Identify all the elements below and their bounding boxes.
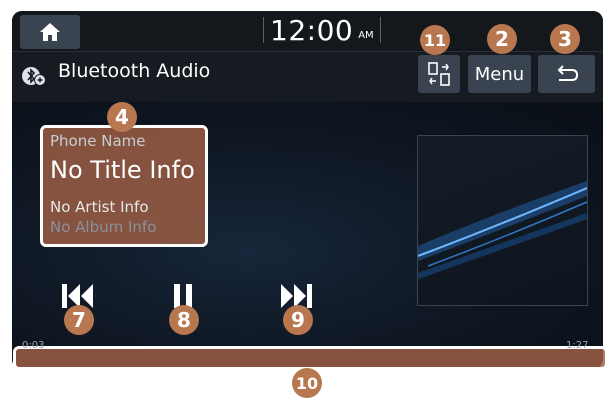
back-button[interactable] [538, 55, 595, 93]
callout-2: 2 [487, 24, 517, 54]
callout-3: 3 [550, 24, 580, 54]
switch-source-button[interactable] [418, 55, 460, 93]
clock: 12:00 AM [257, 11, 387, 49]
track-album: No Album Info [50, 218, 157, 236]
track-artist: No Artist Info [50, 198, 149, 216]
track-title: No Title Info [50, 156, 195, 184]
home-button[interactable] [20, 15, 80, 49]
home-icon [40, 23, 60, 41]
callout-7: 7 [64, 305, 94, 335]
back-icon [557, 65, 578, 81]
callout-9: 9 [283, 305, 313, 335]
callout-4: 4 [107, 102, 137, 132]
bluetooth-icon [22, 67, 46, 86]
album-art [417, 135, 588, 306]
divider [263, 17, 264, 43]
phone-name: Phone Name [50, 132, 146, 150]
divider [379, 17, 381, 43]
elapsed-time: 0:03 [22, 340, 45, 351]
callout-8: 8 [169, 305, 199, 335]
album-art-image [418, 181, 587, 279]
progress-highlight [13, 346, 608, 370]
total-time: 1:27 [566, 340, 589, 351]
clock-ampm: AM [358, 29, 374, 41]
clock-time: 12:00 [270, 13, 354, 47]
switch-source-icon [428, 62, 450, 86]
callout-11: 11 [420, 25, 450, 55]
track-info: Phone Name No Title Info No Artist Info … [50, 128, 210, 236]
menu-button[interactable]: Menu [468, 55, 531, 93]
page-title: Bluetooth Audio [58, 60, 211, 82]
callout-10: 10 [292, 368, 322, 398]
